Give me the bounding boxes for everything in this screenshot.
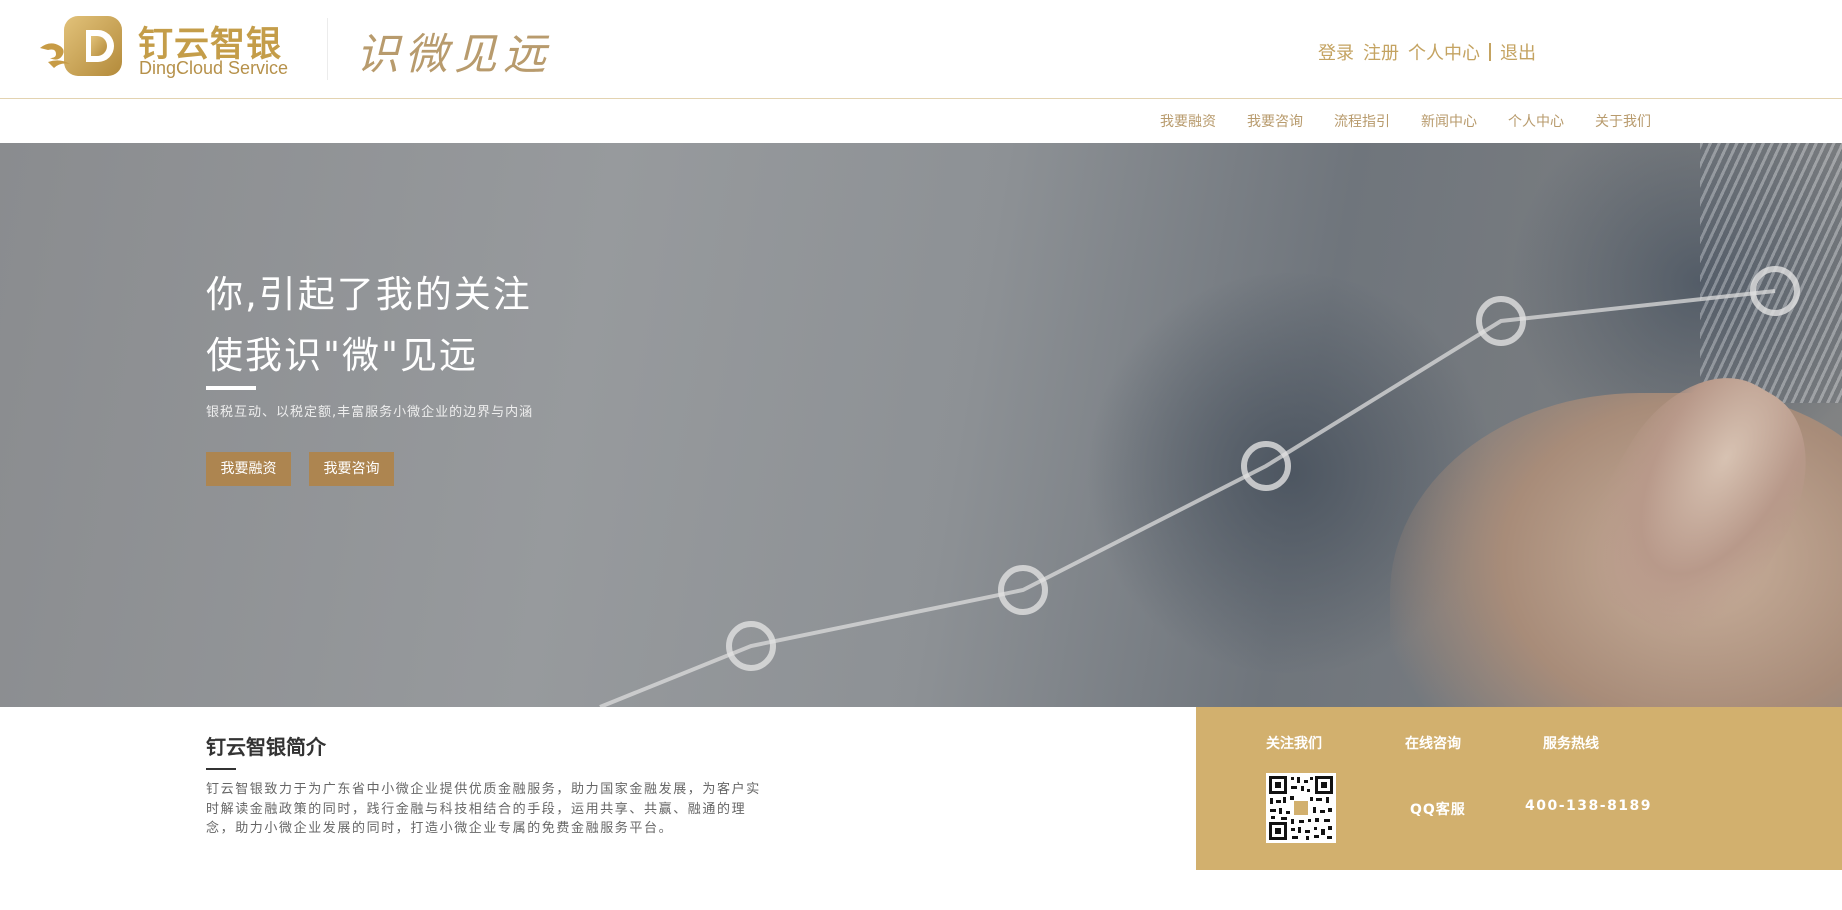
personal-center-link[interactable]: 个人中心 bbox=[1408, 39, 1480, 65]
qq-service-link[interactable]: QQ客服 bbox=[1410, 799, 1466, 819]
nav-item-consult[interactable]: 我要咨询 bbox=[1247, 111, 1303, 131]
login-link[interactable]: 登录 bbox=[1318, 39, 1354, 65]
hotline-heading: 服务热线 bbox=[1543, 736, 1599, 752]
nav-item-financing[interactable]: 我要融资 bbox=[1160, 111, 1216, 131]
wechat-qr-code-icon bbox=[1266, 773, 1336, 843]
main-nav: 我要融资 我要咨询 流程指引 新闻中心 个人中心 关于我们 bbox=[0, 99, 1842, 143]
user-links: 登录 注册 个人中心 退出 bbox=[1318, 39, 1536, 65]
online-consult-heading: 在线咨询 bbox=[1405, 736, 1461, 752]
brand-english-name: DingCloud Service bbox=[139, 58, 289, 78]
hero-headline-line2: 使我识"微"见远 bbox=[206, 334, 479, 377]
hero-subtitle: 银税互动、以税定额,丰富服务小微企业的边界与内涵 bbox=[206, 405, 534, 420]
consult-button[interactable]: 我要咨询 bbox=[309, 452, 394, 486]
hero-underline bbox=[206, 386, 256, 390]
hero-growth-line-graphic bbox=[599, 266, 1800, 707]
dingcloud-logo-icon[interactable] bbox=[38, 14, 126, 80]
intro-underline bbox=[206, 768, 236, 770]
logout-link[interactable]: 退出 bbox=[1500, 39, 1536, 65]
register-link[interactable]: 注册 bbox=[1363, 39, 1399, 65]
intro-title: 钉云智银简介 bbox=[206, 735, 326, 759]
contact-panel: 关注我们 在线咨询 服务热线 QQ客服 400-138-8189 bbox=[1196, 707, 1842, 870]
hero-headline-line1: 你,引起了我的关注 bbox=[206, 273, 532, 316]
site-header: 钉云智银 DingCloud Service 识微见远 登录 注册 个人中心 退… bbox=[0, 0, 1842, 99]
header-divider bbox=[327, 18, 328, 80]
nav-item-about-us[interactable]: 关于我们 bbox=[1595, 111, 1651, 131]
follow-us-heading: 关注我们 bbox=[1266, 736, 1322, 752]
nav-item-personal-center[interactable]: 个人中心 bbox=[1508, 111, 1564, 131]
slogan: 识微见远 bbox=[356, 30, 552, 80]
nav-item-news-center[interactable]: 新闻中心 bbox=[1421, 111, 1477, 131]
intro-text: 钉云智银致力于为广东省中小微企业提供优质金融服务，助力国家金融发展，为客户实时解… bbox=[206, 782, 761, 836]
user-links-separator bbox=[1489, 43, 1491, 61]
nav-item-process-guide[interactable]: 流程指引 bbox=[1334, 111, 1390, 131]
hotline-number: 400-138-8189 bbox=[1525, 798, 1653, 814]
financing-button[interactable]: 我要融资 bbox=[206, 452, 291, 486]
hero-banner: 你,引起了我的关注 使我识"微"见远 银税互动、以税定额,丰富服务小微企业的边界… bbox=[0, 143, 1842, 707]
